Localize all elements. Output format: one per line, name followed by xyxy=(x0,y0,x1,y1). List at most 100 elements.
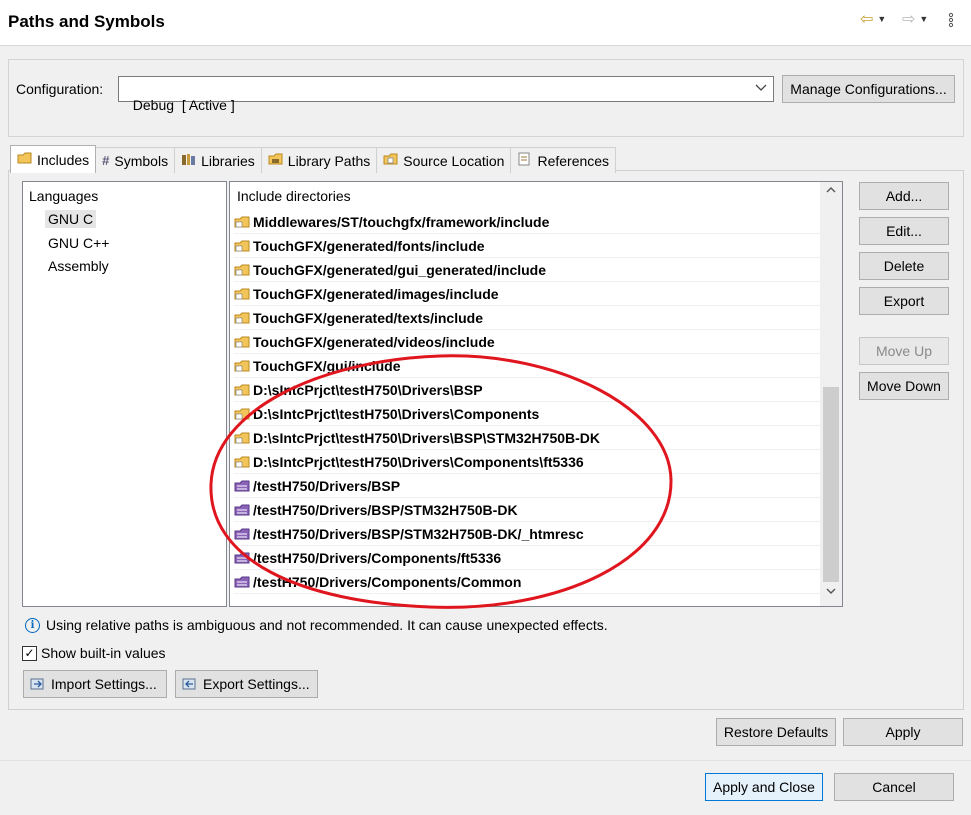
language-item-assembly[interactable]: Assembly xyxy=(48,258,109,274)
show-builtin-values-checkbox[interactable]: ✓ Show built-in values xyxy=(22,645,166,661)
include-row[interactable]: /testH750/Drivers/BSP/STM32H750B-DK xyxy=(234,498,820,522)
include-row[interactable]: TouchGFX/generated/fonts/include xyxy=(234,234,820,258)
include-folder-icon xyxy=(234,408,250,420)
scroll-down-button[interactable] xyxy=(820,585,842,603)
references-icon xyxy=(517,152,532,169)
export-icon xyxy=(182,678,196,690)
move-down-button[interactable]: Move Down xyxy=(859,372,949,400)
include-row[interactable]: /testH750/Drivers/BSP xyxy=(234,474,820,498)
kebab-menu-icon xyxy=(948,12,954,28)
include-row[interactable]: /testH750/Drivers/Components/ft5336 xyxy=(234,546,820,570)
tab-includes[interactable]: Includes xyxy=(10,145,97,173)
tab-references[interactable]: References xyxy=(510,147,617,173)
include-directories-header: Include directories xyxy=(237,188,351,204)
include-folder-icon xyxy=(234,216,250,228)
include-row[interactable]: /testH750/Drivers/Components/Common xyxy=(234,570,820,594)
import-settings-button[interactable]: Import Settings... xyxy=(23,670,167,698)
tab-symbols[interactable]: # Symbols xyxy=(95,147,176,173)
tab-bar: Includes # Symbols Libraries Library Pat… xyxy=(10,145,617,173)
languages-list[interactable]: Languages GNU C GNU C++ Assembly xyxy=(22,181,227,607)
apply-button[interactable]: Apply xyxy=(843,718,963,746)
include-row[interactable]: TouchGFX/generated/texts/include xyxy=(234,306,820,330)
languages-title: Languages xyxy=(29,188,99,204)
include-path: TouchGFX/generated/videos/include xyxy=(253,333,495,350)
include-row[interactable]: TouchGFX/gui/include xyxy=(234,354,820,378)
include-path: D:\sIntcPrjct\testH750\Drivers\BSP xyxy=(253,381,483,398)
page-title: Paths and Symbols xyxy=(8,12,165,31)
chevron-down-icon xyxy=(826,588,836,594)
configuration-select[interactable]: Debug [ Active ] xyxy=(118,76,774,113)
include-directories-list[interactable]: Include directories Middlewares/ST/touch… xyxy=(229,181,843,607)
scrollbar-thumb[interactable] xyxy=(823,387,839,582)
include-row[interactable]: /testH750/Drivers/BSP/STM32H750B-DK/_htm… xyxy=(234,522,820,546)
library-paths-icon xyxy=(268,152,283,169)
include-row[interactable]: D:\sIntcPrjct\testH750\Drivers\BSP\STM32… xyxy=(234,426,820,450)
tab-label: Library Paths xyxy=(287,152,371,169)
chevron-up-icon xyxy=(826,187,836,193)
include-folder-icon xyxy=(234,288,250,300)
include-path: /testH750/Drivers/BSP xyxy=(253,477,401,494)
include-row[interactable]: TouchGFX/generated/videos/include xyxy=(234,330,820,354)
chevron-down-icon[interactable]: ▼ xyxy=(919,14,928,24)
include-row[interactable]: D:\sIntcPrjct\testH750\Drivers\Component… xyxy=(234,402,820,426)
restore-defaults-button[interactable]: Restore Defaults xyxy=(716,718,836,746)
include-folder-icon xyxy=(234,312,250,324)
manage-configurations-button[interactable]: Manage Configurations... xyxy=(782,75,955,103)
view-menu-button[interactable] xyxy=(948,12,954,31)
tab-label: Includes xyxy=(37,151,90,168)
chevron-down-icon xyxy=(755,84,767,91)
checkbox-checked-icon[interactable]: ✓ xyxy=(22,645,37,661)
back-button[interactable]: ⇦ ▼ xyxy=(860,9,886,29)
include-folder-icon xyxy=(234,456,250,468)
language-item-gnu-c[interactable]: GNU C xyxy=(45,210,97,228)
language-item-gnu-cpp[interactable]: GNU C++ xyxy=(48,235,109,251)
scroll-up-button[interactable] xyxy=(820,184,842,202)
include-folder-icon xyxy=(234,384,250,396)
include-row[interactable]: D:\sIntcPrjct\testH750\Drivers\Component… xyxy=(234,450,820,474)
checkbox-label: Show built-in values xyxy=(41,645,166,661)
vertical-scrollbar[interactable] xyxy=(820,182,842,606)
include-row[interactable]: Middlewares/ST/touchgfx/framework/includ… xyxy=(234,210,820,234)
include-row[interactable]: TouchGFX/generated/gui_generated/include xyxy=(234,258,820,282)
edit-button[interactable]: Edit... xyxy=(859,217,949,245)
include-path: D:\sIntcPrjct\testH750\Drivers\Component… xyxy=(253,453,584,470)
include-row[interactable]: D:\sIntcPrjct\testH750\Drivers\BSP xyxy=(234,378,820,402)
import-icon xyxy=(30,678,44,690)
add-button[interactable]: Add... xyxy=(859,182,949,210)
move-up-button[interactable]: Move Up xyxy=(859,337,949,365)
tab-libraries[interactable]: Libraries xyxy=(174,147,262,173)
relative-paths-info: i Using relative paths is ambiguous and … xyxy=(25,617,608,633)
workspace-folder-icon xyxy=(234,576,250,588)
include-path: TouchGFX/generated/gui_generated/include xyxy=(253,261,547,278)
include-path: /testH750/Drivers/Components/ft5336 xyxy=(253,549,502,566)
workspace-folder-icon xyxy=(234,552,250,564)
back-arrow-icon: ⇦ xyxy=(860,11,874,28)
apply-and-close-button[interactable]: Apply and Close xyxy=(705,773,823,801)
configuration-label: Configuration: xyxy=(16,81,104,97)
include-folder-icon xyxy=(234,432,250,444)
forward-button[interactable]: ⇨ ▼ xyxy=(902,9,928,29)
workspace-folder-icon xyxy=(234,528,250,540)
delete-button[interactable]: Delete xyxy=(859,252,949,280)
includes-icon xyxy=(17,151,32,168)
separator xyxy=(0,760,971,761)
cancel-button[interactable]: Cancel xyxy=(834,773,954,801)
include-path: TouchGFX/generated/images/include xyxy=(253,285,499,302)
include-row[interactable]: TouchGFX/generated/images/include xyxy=(234,282,820,306)
export-button[interactable]: Export xyxy=(859,287,949,315)
chevron-down-icon[interactable]: ▼ xyxy=(877,14,886,24)
tab-source-location[interactable]: Source Location xyxy=(376,147,512,173)
include-path: Middlewares/ST/touchgfx/framework/includ… xyxy=(253,213,550,230)
include-path: /testH750/Drivers/BSP/STM32H750B-DK xyxy=(253,501,518,518)
include-folder-icon xyxy=(234,264,250,276)
include-folder-icon xyxy=(234,240,250,252)
export-settings-button[interactable]: Export Settings... xyxy=(175,670,318,698)
tab-label: References xyxy=(537,152,610,169)
include-folder-icon xyxy=(234,336,250,348)
tab-library-paths[interactable]: Library Paths xyxy=(260,147,378,173)
tab-label: Libraries xyxy=(201,152,255,169)
include-path: TouchGFX/gui/include xyxy=(253,357,401,374)
source-location-icon xyxy=(383,152,398,169)
configuration-value: Debug [ Active ] xyxy=(132,97,235,113)
tab-label: Symbols xyxy=(114,152,169,169)
